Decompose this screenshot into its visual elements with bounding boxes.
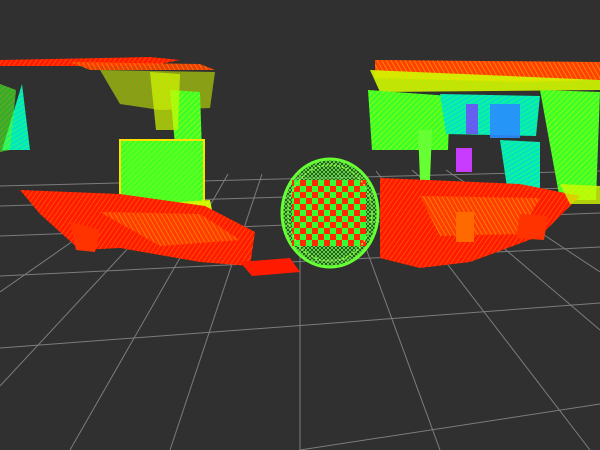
right-magenta-object	[456, 148, 472, 172]
point-cloud-3d-viewport[interactable]	[0, 0, 600, 450]
calibration-checkerboard-target	[280, 157, 380, 269]
right-upper-wall	[368, 90, 450, 150]
right-blue-object	[490, 104, 520, 138]
